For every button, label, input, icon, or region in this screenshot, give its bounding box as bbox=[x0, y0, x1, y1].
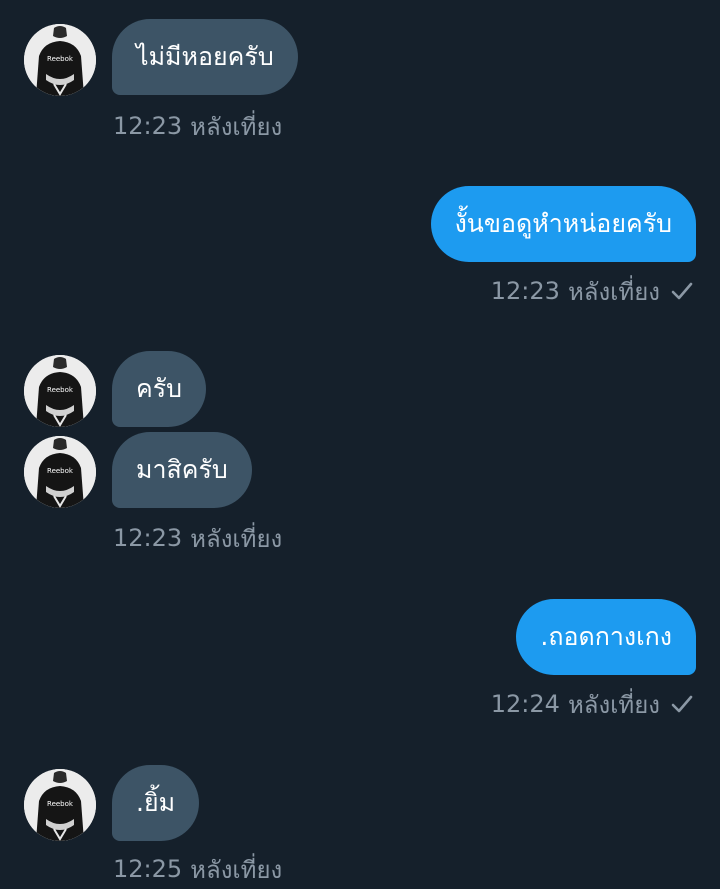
dm-conversation: Reebok ไม่มีหอยครับ 12:23 หลังเที่ยง งั้… bbox=[0, 0, 720, 889]
timestamp-label: หลังเที่ยง bbox=[567, 690, 660, 719]
message-text: ครับ bbox=[136, 374, 183, 403]
avatar-logo-text: Reebok bbox=[47, 386, 74, 394]
message-text: งั้นขอดูหำหน่อยครับ bbox=[454, 209, 672, 238]
timestamp-label: หลังเที่ยง bbox=[190, 855, 283, 884]
message-text: มาสิครับ bbox=[136, 455, 228, 484]
message-timestamp: 12:25 หลังเที่ยง bbox=[113, 853, 282, 885]
check-icon bbox=[671, 282, 693, 300]
incoming-message-bubble[interactable]: ครับ bbox=[112, 351, 207, 427]
avatar[interactable]: Reebok bbox=[24, 24, 96, 96]
message-timestamp: 12:23 หลังเที่ยง bbox=[113, 110, 282, 142]
message-timestamp: 12:23 หลังเที่ยง bbox=[113, 522, 282, 554]
timestamp-time: 12:23 bbox=[113, 524, 183, 552]
timestamp-label: หลังเที่ยง bbox=[190, 524, 283, 553]
avatar-logo-text: Reebok bbox=[47, 467, 74, 475]
timestamp-time: 12:25 bbox=[113, 855, 183, 883]
timestamp-time: 12:24 bbox=[490, 690, 560, 718]
outgoing-message-bubble[interactable]: .ถอดกางเกง bbox=[516, 599, 696, 675]
message-timestamp: 12:23 หลังเที่ยง bbox=[491, 275, 694, 307]
timestamp-label: หลังเที่ยง bbox=[567, 277, 660, 306]
avatar-icon: Reebok bbox=[24, 769, 96, 841]
avatar-icon: Reebok bbox=[24, 355, 96, 427]
avatar-logo-text: Reebok bbox=[47, 55, 74, 63]
avatar[interactable]: Reebok bbox=[24, 436, 96, 508]
avatar-icon: Reebok bbox=[24, 24, 96, 96]
incoming-message-bubble[interactable]: .ยิ้ม bbox=[112, 765, 200, 841]
incoming-message-bubble[interactable]: มาสิครับ bbox=[112, 432, 252, 508]
message-text: ไม่มีหอยครับ bbox=[136, 42, 274, 71]
timestamp-label: หลังเที่ยง bbox=[190, 112, 283, 141]
check-icon bbox=[671, 695, 693, 713]
message-timestamp: 12:24 หลังเที่ยง bbox=[491, 688, 694, 720]
outgoing-message-bubble[interactable]: งั้นขอดูหำหน่อยครับ bbox=[430, 186, 696, 262]
timestamp-time: 12:23 bbox=[113, 112, 183, 140]
avatar-icon: Reebok bbox=[24, 436, 96, 508]
avatar-logo-text: Reebok bbox=[47, 800, 74, 808]
incoming-message-bubble[interactable]: ไม่มีหอยครับ bbox=[112, 19, 298, 95]
avatar[interactable]: Reebok bbox=[24, 355, 96, 427]
message-text: .ถอดกางเกง bbox=[540, 622, 672, 651]
message-text: .ยิ้ม bbox=[136, 788, 176, 817]
timestamp-time: 12:23 bbox=[490, 277, 560, 305]
avatar[interactable]: Reebok bbox=[24, 769, 96, 841]
